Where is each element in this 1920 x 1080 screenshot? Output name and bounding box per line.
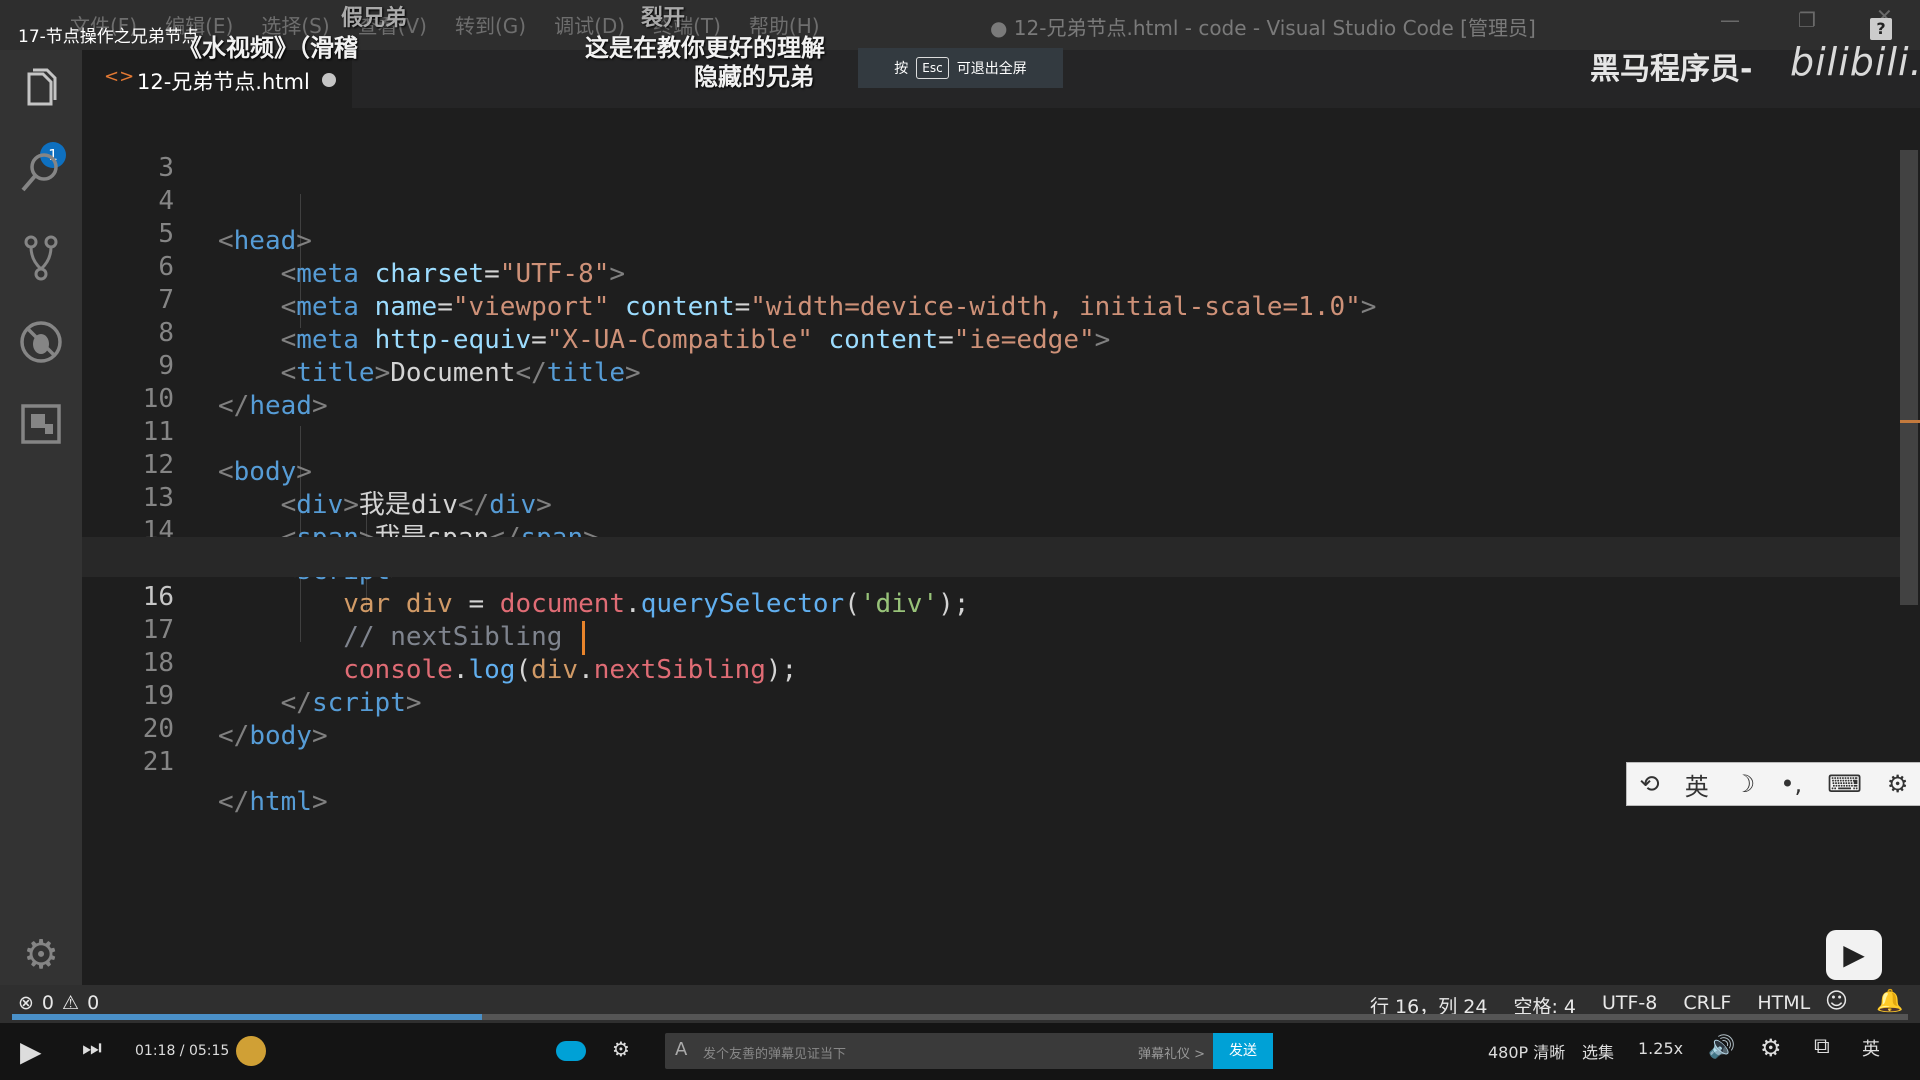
problems-indicator[interactable]: ⊗ 0 ⚠ 0 [18,992,99,1014]
quality-selector[interactable]: 480P 清晰 [1488,1039,1565,1063]
esc-hint-text: 可退出全屏 [956,61,1027,77]
ime-settings-icon[interactable]: ⚙ [1887,770,1909,798]
picture-in-picture-icon[interactable]: ⧉ [1814,1034,1830,1059]
video-progress-fill [12,1014,482,1020]
warning-count: 0 [87,992,100,1014]
keyboard-icon[interactable]: ⌨ [1827,770,1862,798]
punctuation-icon[interactable]: •, [1780,770,1802,798]
time-display: 01:18 / 05:15 [135,1043,230,1059]
html-file-icon: <> [104,66,135,87]
video-player[interactable]: 文件(F) 编辑(E) 选择(S) 查看(V) 转到(G) 调试(D) 终端(T… [0,0,1920,1080]
feedback-smiley-icon[interactable]: ☺ [1825,989,1848,1014]
browser-icon [236,1036,266,1066]
menu-goto[interactable]: 转到(G) [455,10,526,39]
search-icon[interactable] [16,150,66,200]
minimize-icon[interactable]: — [1720,8,1740,32]
code-editor[interactable]: 3 4 <head> 5 <meta charset="UTF-8"> 6 <m… [82,108,1902,985]
danmaku-comment: 隐藏的兄弟 [694,63,814,91]
exit-fullscreen-hint: 按 Esc 可退出全屏 [858,48,1063,88]
ime-toolbar[interactable]: ⟲ 英 ☽ •, ⌨ ⚙ [1626,762,1920,806]
danmaku-toggle[interactable] [556,1041,586,1061]
source-control-icon[interactable] [16,234,66,284]
danmaku-etiquette-link[interactable]: 弹幕礼仪 > [1138,1043,1205,1062]
danmaku-settings-icon[interactable]: ⚙ [612,1037,630,1061]
code-line: 21 </html> [82,702,1902,817]
error-icon: ⊗ [18,992,34,1014]
bilibili-logo: bilibili... [1790,40,1920,84]
send-danmaku-button[interactable]: 发送 [1213,1033,1273,1069]
notifications-bell-icon[interactable]: 🔔 [1876,989,1903,1014]
activity-bar: 1 ⚙ [0,50,82,985]
window-title: ● 12-兄弟节点.html - code - Visual Studio Co… [990,16,1536,40]
restore-icon[interactable]: ❐ [1798,8,1816,32]
moon-icon[interactable]: ☽ [1734,770,1756,798]
bilibili-tv-icon[interactable]: ▶ [1826,930,1882,980]
playback-speed[interactable]: 1.25x [1638,1039,1683,1058]
overview-ruler-mark [1900,420,1920,423]
danmaku-input[interactable]: A 发个友善的弹幕见证当下 弹幕礼仪 > [665,1033,1215,1069]
settings-gear-icon[interactable]: ⚙ [16,930,66,980]
play-icon[interactable]: ▶ [20,1035,42,1068]
video-title: 17-节点操作之兄弟节点 [18,27,199,47]
explorer-icon[interactable] [16,68,66,118]
font-style-icon[interactable]: A [675,1039,687,1060]
line-number: 21 [142,747,174,777]
danmaku-placeholder: 发个友善的弹幕见证当下 [703,1047,847,1062]
brand-watermark: 黑马程序员- [1590,52,1753,87]
ime-mode[interactable]: 英 [1685,767,1709,802]
player-settings-icon[interactable]: ⚙ [1760,1034,1782,1062]
player-controls: ▶ ⏭ 01:18 / 05:15 ⚙ A 发个友善的弹幕见证当下 弹幕礼仪 >… [0,1023,1920,1080]
error-count: 0 [41,992,55,1014]
editor-scrollbar[interactable] [1900,150,1918,605]
help-icon[interactable]: ? [1870,18,1892,40]
next-episode-icon[interactable]: ⏭ [82,1036,102,1061]
unsaved-dot-icon[interactable] [322,73,336,87]
danmaku-comment: 《水视频》（滑稽 [178,34,358,62]
tab-label: 12-兄弟节点.html [137,70,310,94]
debug-icon[interactable] [16,318,66,368]
extensions-icon[interactable] [16,402,66,452]
esc-hint-prefix: 按 [894,61,909,77]
warning-icon: ⚠ [62,992,80,1014]
volume-icon[interactable]: 🔊 [1708,1035,1735,1060]
ime-logo-icon[interactable]: ⟲ [1640,770,1660,798]
system-tray-ime[interactable]: 英 [1862,1035,1880,1061]
esc-key: Esc [916,57,949,79]
episode-selector[interactable]: 选集 [1582,1039,1614,1063]
